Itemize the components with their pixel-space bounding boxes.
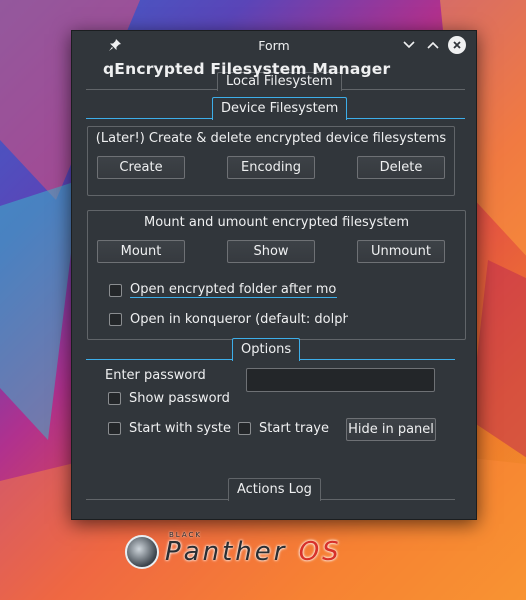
minimize-icon[interactable]: [400, 36, 418, 54]
logo-wordmark: Panther OS: [165, 537, 342, 567]
checkbox-box[interactable]: [238, 422, 251, 435]
show-password-checkbox[interactable]: Show password: [108, 391, 230, 406]
close-icon[interactable]: [448, 36, 466, 54]
device-group-title: (Later!) Create & delete encrypted devic…: [95, 131, 447, 146]
maximize-icon[interactable]: [424, 36, 442, 54]
open-konqueror-label: Open in konqueror (default: dolphin: [130, 312, 348, 327]
panther-emblem-icon: [125, 535, 159, 569]
delete-button[interactable]: Delete: [357, 156, 445, 179]
show-button[interactable]: Show: [227, 240, 315, 263]
titlebar[interactable]: Form: [72, 31, 476, 59]
wallpaper-logo: BLACK Panther OS: [125, 531, 465, 571]
checkbox-box[interactable]: [109, 313, 122, 326]
wallpaper-facet: [470, 260, 526, 460]
mount-button[interactable]: Mount: [97, 240, 185, 263]
open-folder-checkbox[interactable]: Open encrypted folder after mour: [109, 282, 337, 298]
actions-log-header[interactable]: Actions Log: [228, 478, 321, 501]
logo-os: OS: [298, 537, 342, 567]
open-folder-label: Open encrypted folder after mour: [130, 282, 337, 298]
logo-wordmark-text: Panther: [165, 537, 288, 567]
encoding-button[interactable]: Encoding: [227, 156, 315, 179]
start-tray-checkbox[interactable]: Start traye: [238, 421, 329, 436]
checkbox-box[interactable]: [108, 392, 121, 405]
start-with-system-label: Start with syste: [129, 421, 231, 436]
device-groupbox: (Later!) Create & delete encrypted devic…: [87, 126, 455, 196]
mount-groupbox: Mount and umount encrypted filesystem Mo…: [87, 210, 466, 340]
checkbox-box[interactable]: [109, 283, 122, 297]
start-with-system-checkbox[interactable]: Start with syste: [108, 421, 231, 436]
create-button[interactable]: Create: [97, 156, 185, 179]
open-konqueror-checkbox[interactable]: Open in konqueror (default: dolphin: [109, 312, 348, 327]
start-tray-label: Start traye: [259, 421, 329, 436]
main-window: Form Local Filesystem qEncrypted Filesys…: [71, 30, 477, 520]
options-header[interactable]: Options: [232, 338, 301, 361]
mount-group-title: Mount and umount encrypted filesystem: [144, 215, 409, 230]
password-input[interactable]: [246, 368, 435, 392]
app-title: qEncrypted Filesystem Manager: [103, 60, 391, 78]
hide-in-panel-button[interactable]: Hide in panel: [346, 418, 436, 441]
show-password-label: Show password: [129, 391, 230, 406]
password-label: Enter password: [105, 368, 206, 383]
checkbox-box[interactable]: [108, 422, 121, 435]
tab-device-filesystem[interactable]: Device Filesystem: [212, 97, 348, 120]
unmount-button[interactable]: Unmount: [357, 240, 445, 263]
wallpaper-facet: [0, 180, 80, 440]
